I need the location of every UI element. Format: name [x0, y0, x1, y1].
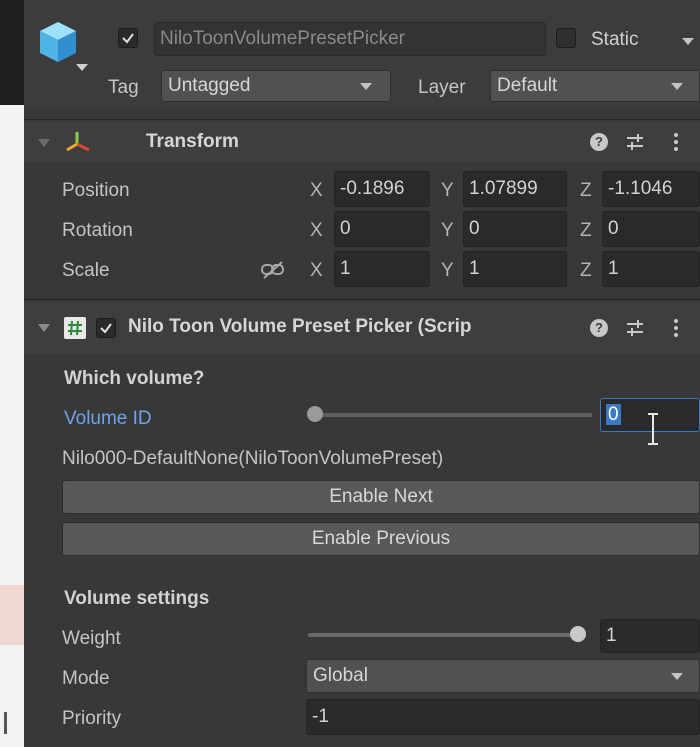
- scale-z-field[interactable]: 1: [602, 251, 700, 287]
- volume-id-slider-track[interactable]: [310, 413, 592, 417]
- scale-label: Scale: [62, 260, 110, 281]
- mode-dropdown-value: Global: [313, 665, 368, 686]
- priority-value: -1: [312, 706, 329, 727]
- chevron-down-icon: [671, 83, 683, 90]
- scale-x-axis[interactable]: X: [310, 260, 323, 282]
- position-x-axis[interactable]: X: [310, 180, 323, 202]
- component-title: Nilo Toon Volume Preset Picker (Scrip: [128, 316, 472, 337]
- enable-previous-label: Enable Previous: [311, 528, 451, 549]
- transform-title: Transform: [146, 131, 239, 152]
- static-label: Static: [591, 29, 639, 50]
- help-icon[interactable]: ?: [590, 133, 608, 151]
- section-which-volume: Which volume?: [64, 368, 205, 389]
- csharp-script-icon: [64, 317, 86, 339]
- transform-header[interactable]: Transform ?: [24, 122, 700, 162]
- scale-z-value: 1: [608, 258, 619, 279]
- scale-x-value: 1: [340, 258, 351, 279]
- scene-view-background: [0, 105, 24, 747]
- section-volume-settings: Volume settings: [64, 588, 210, 609]
- gameobject-cube-icon[interactable]: [36, 18, 80, 66]
- foldout-arrow-icon[interactable]: [38, 324, 50, 332]
- mode-dropdown[interactable]: Global: [306, 659, 700, 693]
- position-x-value: -0.1896: [340, 178, 405, 199]
- static-checkbox[interactable]: [556, 28, 576, 48]
- chevron-down-icon: [360, 83, 372, 90]
- rotation-x-axis[interactable]: X: [310, 220, 323, 242]
- enable-next-button[interactable]: Enable Next: [62, 480, 700, 514]
- kebab-menu-icon[interactable]: [672, 317, 680, 339]
- scene-view-mark: [4, 712, 7, 734]
- inspector-panel: NiloToonVolumePresetPicker Static Tag Un…: [24, 0, 700, 747]
- position-y-field[interactable]: 1.07899: [463, 171, 567, 207]
- rotation-y-field[interactable]: 0: [463, 211, 567, 247]
- rotation-z-field[interactable]: 0: [602, 211, 700, 247]
- position-z-value: -1.1046: [608, 178, 673, 199]
- preset-name-text: Nilo000-DefaultNone(NiloToonVolumePreset…: [62, 448, 444, 469]
- transform-axes-icon: [65, 130, 91, 154]
- position-y-value: 1.07899: [469, 178, 538, 199]
- rotation-z-value: 0: [608, 218, 619, 239]
- layer-label: Layer: [418, 77, 466, 98]
- rotation-x-field[interactable]: 0: [334, 211, 430, 247]
- tag-dropdown-value: Untagged: [168, 75, 251, 96]
- separator: [24, 119, 700, 120]
- weight-value: 1: [606, 625, 617, 646]
- presets-sliders-icon[interactable]: [624, 131, 646, 153]
- layer-dropdown[interactable]: Default: [490, 70, 700, 102]
- scene-view-object: [0, 585, 24, 645]
- rotation-x-value: 0: [340, 218, 351, 239]
- separator: [24, 299, 700, 300]
- scale-y-axis[interactable]: Y: [441, 260, 454, 282]
- weight-slider-track[interactable]: [308, 633, 584, 637]
- icon-dropdown-caret[interactable]: [76, 64, 88, 71]
- script-component-header[interactable]: Nilo Toon Volume Preset Picker (Scrip ?: [24, 302, 700, 354]
- scale-z-axis[interactable]: Z: [580, 260, 592, 282]
- rotation-z-axis[interactable]: Z: [580, 220, 592, 242]
- gameobject-name-field[interactable]: NiloToonVolumePresetPicker: [154, 22, 546, 56]
- gameobject-header: NiloToonVolumePresetPicker Static Tag Un…: [24, 0, 700, 108]
- weight-field[interactable]: 1: [600, 619, 700, 653]
- scale-x-field[interactable]: 1: [334, 251, 430, 287]
- presets-sliders-icon[interactable]: [624, 317, 646, 339]
- component-title-clip: Nilo Toon Volume Preset Picker (Scrip: [128, 316, 580, 342]
- layer-dropdown-value: Default: [497, 75, 558, 96]
- weight-label: Weight: [62, 628, 121, 649]
- active-checkbox[interactable]: [118, 28, 138, 48]
- position-y-axis[interactable]: Y: [441, 180, 454, 202]
- scene-view-edge: [0, 0, 24, 747]
- volume-id-slider-thumb[interactable]: [307, 406, 323, 422]
- component-enabled-checkbox[interactable]: [96, 318, 116, 338]
- position-z-axis[interactable]: Z: [580, 180, 592, 202]
- chevron-down-icon: [671, 673, 683, 680]
- priority-field[interactable]: -1: [306, 699, 700, 735]
- tag-label: Tag: [108, 77, 139, 98]
- tag-dropdown[interactable]: Untagged: [161, 70, 391, 102]
- volume-id-value: 0: [606, 404, 621, 425]
- rotation-y-value: 0: [469, 218, 480, 239]
- rotation-label: Rotation: [62, 220, 133, 241]
- gameobject-name-text: NiloToonVolumePresetPicker: [160, 28, 406, 49]
- enable-previous-button[interactable]: Enable Previous: [62, 522, 700, 556]
- position-x-field[interactable]: -0.1896: [334, 171, 430, 207]
- scale-y-field[interactable]: 1: [463, 251, 567, 287]
- enable-next-label: Enable Next: [329, 486, 433, 507]
- text-cursor-ibeam-icon: [646, 412, 660, 446]
- scale-y-value: 1: [469, 258, 480, 279]
- position-label: Position: [62, 180, 130, 201]
- mode-label: Mode: [62, 668, 110, 689]
- priority-label: Priority: [62, 708, 122, 729]
- rotation-y-axis[interactable]: Y: [441, 220, 454, 242]
- help-icon[interactable]: ?: [590, 319, 608, 337]
- position-z-field[interactable]: -1.1046: [602, 171, 700, 207]
- weight-slider-thumb[interactable]: [570, 626, 586, 642]
- volume-id-label: Volume ID: [64, 408, 152, 429]
- constrain-proportions-link-icon[interactable]: [260, 260, 286, 280]
- kebab-menu-icon[interactable]: [672, 131, 680, 153]
- static-dropdown-caret[interactable]: [682, 38, 694, 45]
- foldout-arrow-icon[interactable]: [38, 139, 50, 147]
